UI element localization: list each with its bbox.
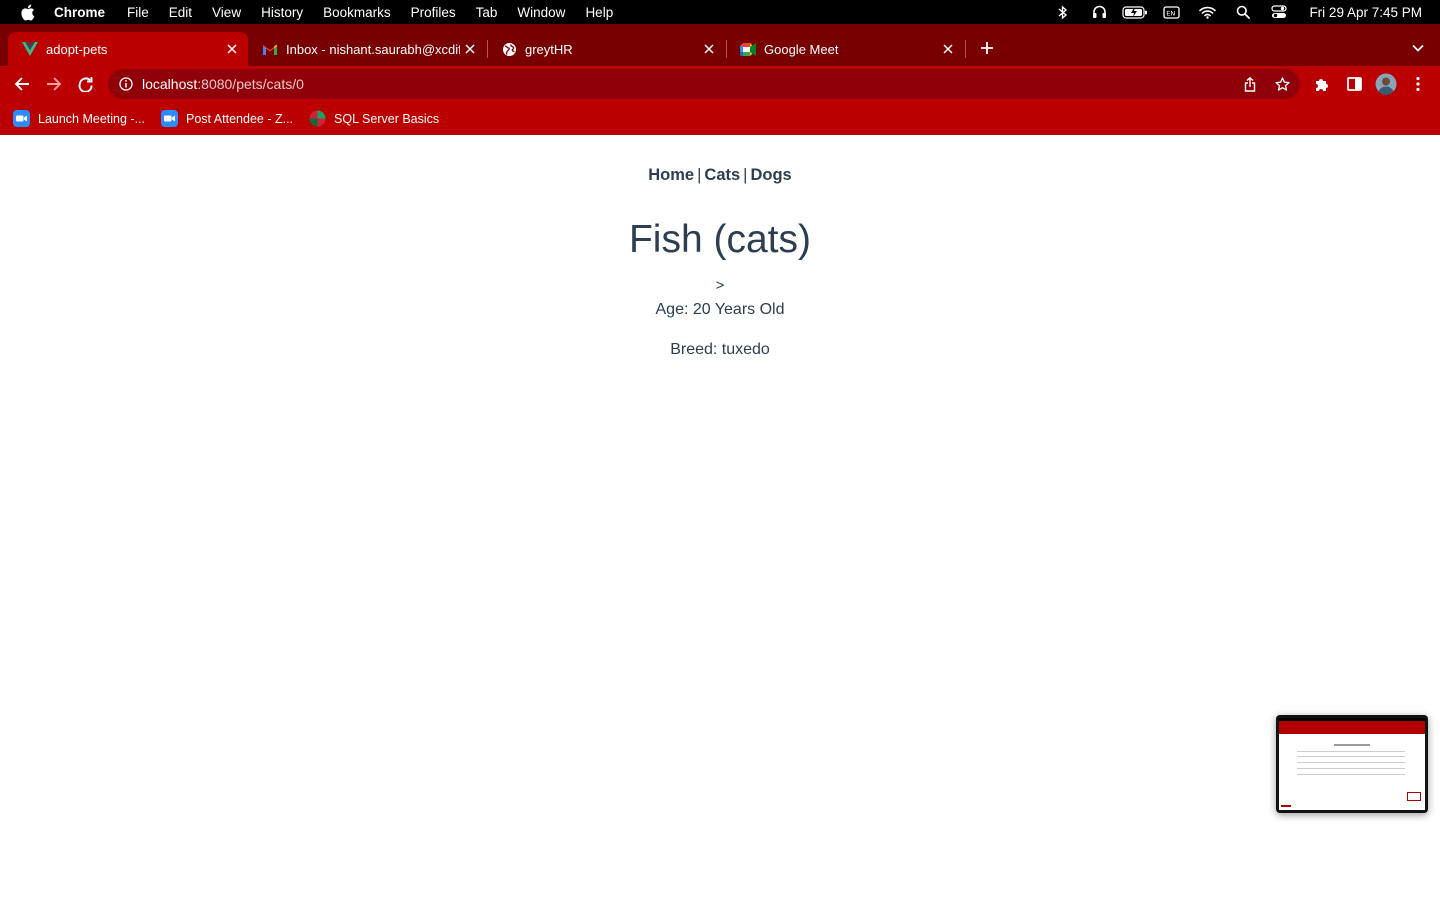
thumbnail-row (1297, 751, 1405, 752)
macos-menu-bar: Chrome File Edit View History Bookmarks … (0, 0, 1440, 24)
sql-server-icon (309, 110, 326, 127)
pet-breed: Breed: tuxedo (670, 341, 770, 358)
svg-text:EN: EN (1166, 9, 1175, 17)
tab-separator (965, 40, 966, 58)
menu-view[interactable]: View (202, 5, 251, 20)
apple-menu-icon[interactable] (0, 4, 54, 21)
extensions-puzzle-icon[interactable] (1309, 71, 1335, 97)
profile-avatar[interactable] (1373, 71, 1399, 97)
url-path: :8080/pets/cats/0 (197, 76, 304, 92)
stray-text: > (715, 277, 725, 294)
menu-app-name[interactable]: Chrome (54, 5, 117, 20)
bookmarks-bar: Launch Meeting -... Post Attendee - Z...… (0, 102, 1440, 135)
nav-separator: | (743, 166, 748, 184)
menu-window[interactable]: Window (507, 5, 575, 20)
thumbnail-bottom-mark (1281, 805, 1291, 807)
reload-icon[interactable] (73, 71, 99, 97)
bookmark-label: Launch Meeting -... (38, 111, 146, 126)
globe-icon (501, 41, 517, 57)
tab-adopt-pets[interactable]: adopt-pets (8, 32, 248, 66)
page-content: Home | Cats | Dogs Fish (cats) > Age: 20 Yea… (0, 135, 1440, 900)
close-tab-icon[interactable] (938, 39, 958, 59)
nav-link-cats[interactable]: Cats (704, 166, 740, 184)
gmail-icon (262, 41, 278, 57)
thumbnail-row (1297, 768, 1405, 769)
battery-charging-icon[interactable] (1117, 0, 1153, 24)
screenshot-thumbnail[interactable] (1276, 715, 1428, 813)
close-tab-icon[interactable] (222, 39, 242, 59)
close-tab-icon[interactable] (460, 39, 480, 59)
thumbnail-row (1297, 756, 1405, 757)
tab-title: greytHR (525, 41, 573, 57)
menubar-clock[interactable]: Fri 29 Apr 7:45 PM (1297, 5, 1422, 20)
bookmark-label: SQL Server Basics (334, 111, 440, 126)
bookmark-sql-server-basics[interactable]: SQL Server Basics (309, 110, 439, 127)
thumbnail-heading (1334, 744, 1370, 746)
thumbnail-preview (1279, 718, 1425, 810)
address-bar[interactable]: localhost:8080/pets/cats/0 (108, 69, 1300, 99)
nav-link-dogs[interactable]: Dogs (750, 166, 791, 184)
zoom-icon (161, 110, 179, 127)
url-host: localhost (142, 76, 198, 92)
zoom-icon (13, 110, 30, 127)
tab-google-meet[interactable]: Google Meet (726, 32, 964, 66)
tab-title: Inbox - nishant.saurabh@xcdify (286, 41, 460, 57)
new-tab-icon[interactable] (976, 36, 998, 60)
menu-bookmarks[interactable]: Bookmarks (313, 5, 401, 20)
tab-inbox[interactable]: Inbox - nishant.saurabh@xcdify (248, 32, 486, 66)
headphones-icon[interactable] (1081, 0, 1117, 24)
tab-search-chevron-down-icon[interactable] (1407, 36, 1429, 60)
thumbnail-corner-box (1407, 792, 1421, 801)
google-meet-icon (740, 41, 756, 57)
url-text[interactable]: localhost:8080/pets/cats/0 (142, 76, 304, 92)
control-center-icon[interactable] (1261, 0, 1297, 24)
share-icon[interactable] (1238, 72, 1262, 96)
menu-profiles[interactable]: Profiles (401, 5, 466, 20)
thumbnail-toolbar (1279, 721, 1425, 734)
back-arrow-icon[interactable] (9, 71, 35, 97)
close-tab-icon[interactable] (699, 39, 719, 59)
browser-toolbar: localhost:8080/pets/cats/0 (0, 66, 1440, 102)
tab-title: Google Meet (764, 41, 839, 57)
tab-title: adopt-pets (46, 41, 108, 57)
keyboard-input-icon[interactable]: EN (1153, 0, 1189, 24)
menu-edit[interactable]: Edit (159, 5, 202, 20)
thumbnail-row (1297, 762, 1405, 763)
vue-icon (22, 41, 38, 57)
pet-age: Age: 20 Years Old (655, 301, 785, 318)
menu-history[interactable]: History (251, 5, 313, 20)
nav-link-home[interactable]: Home (648, 166, 694, 184)
more-options-icon[interactable] (1405, 71, 1431, 97)
spotlight-search-icon[interactable] (1225, 0, 1261, 24)
forward-arrow-icon[interactable] (41, 71, 67, 97)
site-nav: Home | Cats | Dogs (0, 166, 1440, 185)
tab-greythr[interactable]: greytHR (487, 32, 725, 66)
pet-title: Fish (cats) (628, 218, 811, 261)
side-panel-icon[interactable] (1341, 71, 1367, 97)
bookmark-launch-meeting[interactable]: Launch Meeting -... (13, 110, 145, 127)
bluetooth-icon[interactable] (1045, 0, 1081, 24)
bookmark-post-attendee[interactable]: Post Attendee - Z... (161, 110, 293, 127)
thumbnail-row (1297, 774, 1405, 775)
wifi-icon[interactable] (1189, 0, 1225, 24)
menu-help[interactable]: Help (575, 5, 623, 20)
menu-tab[interactable]: Tab (466, 5, 508, 20)
tab-strip: adopt-pets Inbox - nishant.saurabh@xcdif… (0, 24, 1440, 66)
bookmark-label: Post Attendee - Z... (186, 111, 294, 126)
site-info-icon[interactable] (118, 76, 134, 92)
bookmark-star-icon[interactable] (1270, 72, 1294, 96)
nav-separator: | (697, 166, 702, 184)
menu-file[interactable]: File (117, 5, 159, 20)
